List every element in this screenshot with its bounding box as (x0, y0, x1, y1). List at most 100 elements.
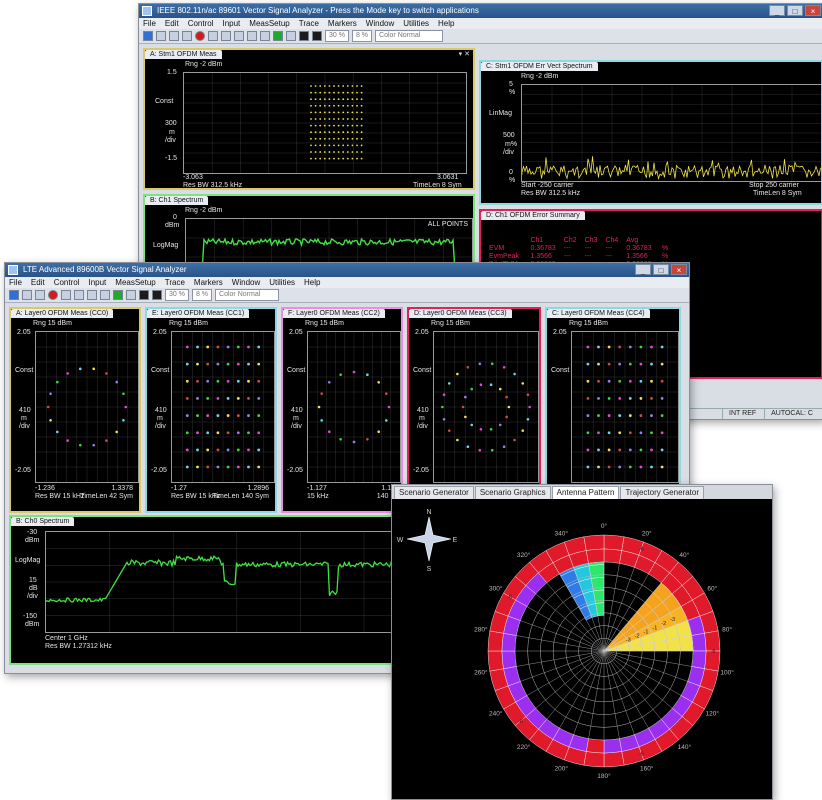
lte-spectrum-tab[interactable]: B: Ch0 Spectrum (11, 517, 75, 526)
grid-icon[interactable] (87, 290, 97, 300)
lte-menu-input[interactable]: Input (88, 277, 106, 288)
lte-menu-utilities[interactable]: Utilities (269, 277, 295, 288)
constellation-point (314, 137, 317, 140)
constellation-point (360, 118, 363, 120)
cursor-icon[interactable] (100, 290, 110, 300)
lte-pane-tab[interactable]: C: Layer0 OFDM Meas (CC4) (547, 309, 650, 318)
trace-icon[interactable] (299, 31, 309, 41)
back-menu-help[interactable]: Help (438, 18, 454, 29)
back-menu-input[interactable]: Input (222, 18, 240, 29)
marker-peak-icon[interactable] (113, 290, 123, 300)
lte-pane-cc4[interactable]: C: Layer0 OFDM Meas (CC4) Rng 15 dBm 2.05 C… (545, 307, 681, 513)
trace-icon[interactable] (139, 290, 149, 300)
color-icon[interactable] (312, 31, 322, 41)
lte-pane-tab[interactable]: E: Layer0 OFDM Meas (CC1) (147, 309, 250, 318)
stop-icon[interactable] (208, 31, 218, 41)
lte-pane-cc2[interactable]: F: Layer0 OFDM Meas (CC2) Rng 15 dBm 2.05 C… (281, 307, 403, 513)
pane-c-evm-spectrum[interactable]: C: Stm1 OFDM Err Vect Spectrum Rng -2 dB… (479, 60, 822, 205)
pane-d-tab[interactable]: D: Ch1 OFDM Error Summary (481, 211, 585, 220)
cursor-icon[interactable] (247, 31, 257, 41)
y-bottom-label: -2.05 (151, 467, 167, 474)
constellation-point (441, 405, 444, 409)
marker-icon[interactable] (286, 31, 296, 41)
lte-menu-meassetup[interactable]: MeasSetup (115, 277, 155, 288)
decay-field[interactable]: 8 % (191, 289, 213, 301)
marker-peak-icon[interactable] (273, 31, 283, 41)
tab-trajectory-generator[interactable]: Trajectory Generator (620, 486, 704, 499)
record-icon[interactable] (195, 31, 205, 41)
back-menu-trace[interactable]: Trace (299, 18, 319, 29)
pane-b-tab[interactable]: B: Ch1 Spectrum (145, 196, 209, 205)
lte-menu-window[interactable]: Window (232, 277, 260, 288)
minimize-button[interactable]: _ (769, 5, 785, 16)
back-menu-control[interactable]: Control (188, 18, 214, 29)
restart-icon[interactable] (169, 31, 179, 41)
tab-antenna-pattern[interactable]: Antenna Pattern (551, 486, 620, 499)
lte-pane-tab[interactable]: D: Layer0 OFDM Meas (CC3) (409, 309, 512, 318)
lte-pane-cc0[interactable]: A: Layer0 OFDM Meas (CC0) Rng 15 dBm 2.05 C… (9, 307, 141, 513)
play-icon[interactable] (143, 31, 153, 41)
constellation-point (586, 345, 590, 349)
y-bottom-label: -150 (23, 613, 38, 620)
constellation-point (216, 448, 220, 452)
lte-pane-tab[interactable]: A: Layer0 OFDM Meas (CC0) (11, 309, 114, 318)
close-button[interactable]: × (805, 5, 821, 16)
stop-icon[interactable] (61, 290, 71, 300)
pause-icon[interactable] (22, 290, 32, 300)
constellation-point (505, 395, 508, 399)
lte-menu-trace[interactable]: Trace (165, 277, 185, 288)
minimize-button[interactable]: _ (635, 264, 651, 275)
constellation-point (521, 382, 525, 385)
back-menu-edit[interactable]: Edit (165, 18, 179, 29)
marker-icon[interactable] (126, 290, 136, 300)
play-icon[interactable] (9, 290, 19, 300)
maximize-button[interactable]: □ (787, 5, 803, 16)
constellation-point (377, 380, 381, 384)
pane-c-tab[interactable]: C: Stm1 OFDM Err Vect Spectrum (481, 62, 598, 71)
color-scheme-select[interactable]: Color Normal (375, 30, 444, 42)
color-scheme-select[interactable]: Color Normal (215, 289, 280, 301)
zoom-icon[interactable] (260, 31, 270, 41)
lte-menu-markers[interactable]: Markers (194, 277, 223, 288)
constellation-point (478, 448, 482, 452)
back-menu-window[interactable]: Window (366, 18, 394, 29)
summary-cell: EVM (489, 245, 505, 252)
pane-a-constellation[interactable]: A: Stm1 OFDM Meas ▾ ✕ Rng -2 dBm 1.5 Con… (143, 48, 475, 190)
maximize-button[interactable]: □ (653, 264, 669, 275)
lte-menu-edit[interactable]: Edit (31, 277, 45, 288)
back-menu-meassetup[interactable]: MeasSetup (249, 18, 289, 29)
color-icon[interactable] (152, 290, 162, 300)
constellation-point (464, 395, 467, 399)
grid-icon[interactable] (234, 31, 244, 41)
constellation-point (360, 85, 363, 87)
persistence-field[interactable]: 30 % (325, 30, 349, 42)
constellation-point (660, 431, 664, 435)
record-icon[interactable] (48, 290, 58, 300)
close-button[interactable]: × (671, 264, 687, 275)
lte-menu-control[interactable]: Control (54, 277, 80, 288)
decay-field[interactable]: 8 % (351, 30, 373, 42)
persistence-field[interactable]: 30 % (165, 289, 189, 301)
lte-menu-file[interactable]: File (9, 277, 22, 288)
layout-icon[interactable] (74, 290, 84, 300)
single-icon[interactable] (182, 31, 192, 41)
lte-pane-cc1[interactable]: E: Layer0 OFDM Meas (CC1) Rng 15 dBm 2.05 C… (145, 307, 277, 513)
lte-menu-help[interactable]: Help (304, 277, 320, 288)
constellation-point (356, 151, 358, 153)
layout-icon[interactable] (221, 31, 231, 41)
pane-close-icon[interactable]: ▾ ✕ (459, 50, 470, 58)
back-menu-utilities[interactable]: Utilities (403, 18, 429, 29)
restart-icon[interactable] (35, 290, 45, 300)
back-menu-file[interactable]: File (143, 18, 156, 29)
constellation-point (310, 131, 312, 134)
y-top-label: 1.5 (167, 69, 177, 76)
lte-pane-cc3[interactable]: D: Layer0 OFDM Meas (CC3) Rng 15 dBm 2.05 C… (407, 307, 541, 513)
tab-scenario-graphics[interactable]: Scenario Graphics (474, 486, 551, 499)
pause-icon[interactable] (156, 31, 166, 41)
back-menu-markers[interactable]: Markers (328, 18, 357, 29)
constellation-point (346, 131, 349, 134)
tab-scenario-generator[interactable]: Scenario Generator (394, 486, 474, 499)
lte-pane-tab[interactable]: F: Layer0 OFDM Meas (CC2) (283, 309, 385, 318)
constellation-point (490, 448, 494, 452)
pane-a-tab[interactable]: A: Stm1 OFDM Meas (145, 50, 222, 59)
